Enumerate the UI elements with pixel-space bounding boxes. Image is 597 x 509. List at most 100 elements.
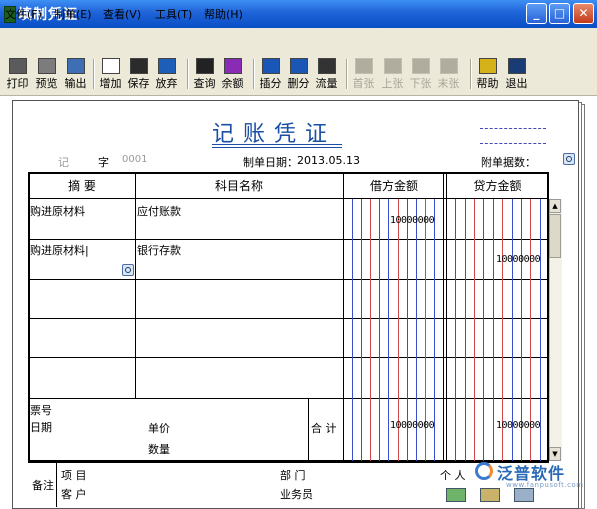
toolbar-button-label: 余额 [221, 77, 244, 90]
unit-price-label: 单价 [148, 422, 170, 435]
ledger-ruling-line [379, 199, 380, 461]
toolbar-button-binoculars[interactable]: 查询 [191, 53, 218, 93]
menu-help[interactable]: 帮助(H) [204, 6, 243, 22]
toolbar-button-label: 保存 [127, 77, 150, 90]
balance-chart-icon [223, 58, 242, 74]
toolbar-button-delete-row[interactable]: 删分 [285, 53, 312, 93]
toolbar-button-insert-row[interactable]: 插分 [257, 53, 284, 93]
column-divider [446, 172, 447, 462]
menu-tools[interactable]: 工具(T) [155, 6, 192, 22]
row2-account[interactable]: 银行存款 [137, 242, 181, 258]
remark-label: 备注 [32, 479, 54, 492]
toolbar-button-prev[interactable]: 上张 [379, 53, 406, 93]
row1-summary[interactable]: 购进原材料 [30, 203, 85, 219]
undo-icon [157, 58, 176, 74]
ledger-book-icon[interactable] [446, 488, 466, 502]
minimize-button[interactable]: _ [526, 3, 547, 24]
attachments-label: 附单据数： [481, 156, 536, 169]
scroll-thumb[interactable] [549, 214, 561, 258]
last-icon [439, 58, 458, 74]
ledger-ruling-line [361, 199, 362, 461]
salesperson-label: 业务员 [280, 488, 313, 501]
toolbar-button-help[interactable]: 帮助 [474, 53, 501, 93]
minimize-icon: _ [533, 6, 540, 20]
menu-voucher[interactable]: 制单(E) [54, 6, 92, 22]
toolbar-button-first[interactable]: 首张 [350, 53, 377, 93]
toolbar-button-label: 帮助 [476, 77, 499, 90]
menu-file[interactable]: 文件(F) [5, 6, 42, 22]
binoculars-icon [195, 58, 214, 74]
voucher-number-field[interactable]: 0001 [122, 154, 147, 165]
voucher-entry-table [28, 172, 549, 462]
ledger-ruling-line [388, 199, 389, 461]
close-button[interactable]: ✕ [573, 3, 594, 24]
total-divider [308, 398, 309, 462]
toolbar-separator [93, 59, 95, 89]
ledger-ruling-line [465, 199, 466, 461]
close-icon: ✕ [578, 6, 589, 20]
table-row-divider [28, 279, 549, 280]
summary-lookup-icon[interactable] [122, 264, 134, 276]
person-label: 个 人 [440, 469, 466, 482]
date-field[interactable]: 2013.05.13 [297, 154, 360, 167]
card-icon[interactable] [480, 488, 500, 502]
prev-icon [383, 58, 402, 74]
row2-summary[interactable]: 购进原材料| [30, 242, 89, 258]
toolbar-button-printer[interactable]: 打印 [4, 53, 31, 93]
toolbar-button-balance-chart[interactable]: 余额 [219, 53, 246, 93]
toolbar-button-save[interactable]: 保存 [125, 53, 152, 93]
debit-total: 10000000 [390, 420, 435, 431]
toolbar-button-cashflow[interactable]: 流量 [313, 53, 340, 93]
column-divider [343, 172, 344, 462]
toolbar-button-label: 上张 [381, 77, 404, 90]
column-header-summary: 摘 要 [68, 179, 96, 193]
maximize-button[interactable]: □ [549, 3, 570, 24]
toolbar-button-label: 流量 [315, 77, 338, 90]
remark-divider [56, 462, 57, 507]
toolbar-button-undo[interactable]: 放弃 [153, 53, 180, 93]
chart-icon[interactable] [514, 488, 534, 502]
row1-debit[interactable]: 10000000 [390, 215, 435, 226]
department-label: 部 门 [280, 469, 306, 482]
toolbar-button-last[interactable]: 末张 [435, 53, 462, 93]
brand-logo-icon [475, 462, 493, 480]
brand-watermark-url: www.fanpusoft.com [506, 481, 584, 489]
title-underline [212, 147, 342, 148]
first-icon [354, 58, 373, 74]
cashflow-icon [317, 58, 336, 74]
attachments-lookup-icon[interactable] [563, 153, 575, 165]
table-header-divider [28, 198, 549, 199]
toolbar-button-label: 增加 [99, 77, 122, 90]
credit-total: 10000000 [496, 420, 541, 431]
printer-icon [8, 58, 27, 74]
toolbar-button-next[interactable]: 下张 [407, 53, 434, 93]
row2-credit[interactable]: 10000000 [496, 254, 541, 265]
voucher-type-field[interactable]: 记 [58, 154, 69, 170]
toolbar-button-label: 首张 [352, 77, 375, 90]
toolbar-separator [253, 59, 255, 89]
menu-view[interactable]: 查看(V) [103, 6, 141, 22]
ledger-ruling-line [352, 199, 353, 461]
save-icon [129, 58, 148, 74]
project-label: 项 目 [61, 469, 87, 482]
maximize-icon: □ [553, 6, 566, 20]
toolbar-separator [470, 59, 472, 89]
scroll-up-button[interactable]: ▲ [549, 199, 561, 213]
toolbar-button-exit[interactable]: 退出 [503, 53, 530, 93]
row1-account[interactable]: 应付账款 [137, 203, 181, 219]
toolbar-button-add[interactable]: 增加 [97, 53, 124, 93]
menu-bar [0, 28, 597, 53]
toolbar-button-export[interactable]: 输出 [62, 53, 89, 93]
ledger-ruling-line [474, 199, 475, 461]
ticket-date-label: 日期 [30, 421, 52, 434]
toolbar-button-label: 下张 [409, 77, 432, 90]
next-icon [411, 58, 430, 74]
ledger-ruling-line [493, 199, 494, 461]
scroll-down-button[interactable]: ▼ [549, 447, 561, 461]
toolbar-button-label: 放弃 [155, 77, 178, 90]
export-icon [66, 58, 85, 74]
delete-row-icon [289, 58, 308, 74]
toolbar-button-label: 删分 [287, 77, 310, 90]
toolbar-button-preview[interactable]: 预览 [33, 53, 60, 93]
dashed-line [480, 128, 546, 129]
